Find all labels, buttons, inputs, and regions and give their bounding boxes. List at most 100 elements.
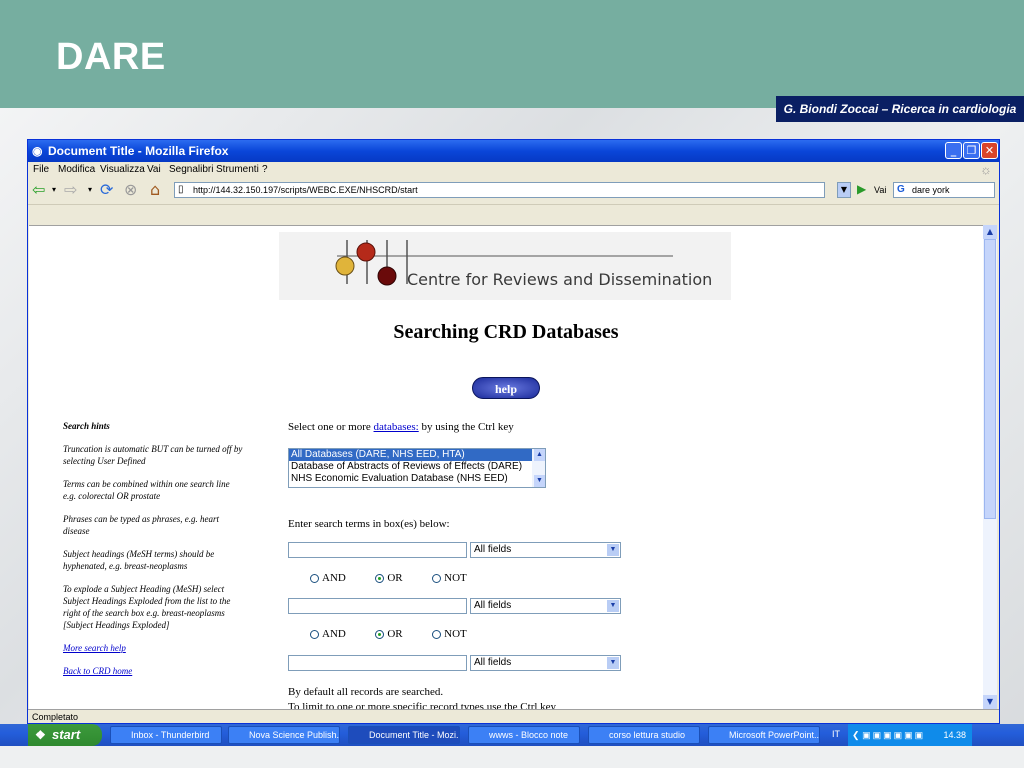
reload-icon[interactable]: ⟳ bbox=[100, 180, 113, 200]
url-bar[interactable]: ▯ http://144.32.150.197/scripts/WEBC.EXE… bbox=[174, 182, 825, 198]
field-select-value: All fields bbox=[474, 544, 512, 555]
menu-file[interactable]: File bbox=[33, 164, 49, 175]
select-prompt-tail: by using the Ctrl key bbox=[418, 421, 514, 433]
firefox-window: ◉ Document Title - Mozilla Firefox _ ❐ ✕… bbox=[27, 139, 1000, 724]
taskbar-item[interactable]: Inbox - Thunderbird bbox=[110, 726, 222, 744]
database-listbox[interactable]: All Databases (DARE, NHS EED, HTA) Datab… bbox=[288, 448, 546, 488]
hint-item: Terms can be combined within one search … bbox=[63, 479, 230, 501]
back-to-crd-home-link[interactable]: Back to CRD home bbox=[63, 666, 132, 676]
window-titlebar[interactable]: ◉ Document Title - Mozilla Firefox _ ❐ ✕ bbox=[28, 140, 999, 162]
windows-logo-icon: ❖ bbox=[35, 728, 46, 742]
more-search-help-link[interactable]: More search help bbox=[63, 643, 126, 653]
help-button[interactable]: help bbox=[472, 377, 540, 399]
operator-group-1: AND OR NOT bbox=[310, 572, 467, 584]
listbox-scrollbar[interactable]: ▲ ▼ bbox=[532, 449, 545, 487]
menu-visualizza[interactable]: Visualizza bbox=[100, 164, 145, 175]
radio-not[interactable] bbox=[432, 629, 442, 639]
scroll-thumb[interactable] bbox=[984, 239, 996, 519]
search-hints: Search hints Truncation is automatic BUT… bbox=[63, 420, 243, 688]
field-select-3[interactable]: All fields ▼ bbox=[470, 655, 621, 671]
scroll-down-icon[interactable]: ▼ bbox=[983, 695, 997, 709]
field-select-2[interactable]: All fields ▼ bbox=[470, 598, 621, 614]
close-button[interactable]: ✕ bbox=[981, 142, 998, 159]
google-icon: G bbox=[897, 184, 905, 195]
taskbar-item[interactable]: corso lettura studio bbox=[588, 726, 700, 744]
chevron-down-icon: ▼ bbox=[607, 544, 619, 556]
menu-help[interactable]: ? bbox=[262, 164, 268, 175]
page-content: Centre for Reviews and Dissemination Sea… bbox=[29, 225, 983, 709]
database-option[interactable]: Database of Abstracts of Reviews of Effe… bbox=[289, 461, 545, 473]
forward-icon[interactable]: ⇨ bbox=[64, 180, 77, 200]
page-scrollbar[interactable]: ▲ ▼ bbox=[983, 225, 997, 709]
tray-icons[interactable]: ▣▣▣▣▣▣ bbox=[862, 730, 925, 740]
menu-bar: File Modifica Visualizza Vai Segnalibri … bbox=[28, 162, 999, 180]
field-select-value: All fields bbox=[474, 600, 512, 611]
field-select-value: All fields bbox=[474, 657, 512, 668]
radio-not[interactable] bbox=[432, 573, 442, 583]
radio-or[interactable] bbox=[375, 629, 385, 639]
menu-segnalibri[interactable]: Segnalibri bbox=[169, 164, 213, 175]
back-dropdown-icon[interactable]: ▾ bbox=[52, 180, 56, 200]
databases-link[interactable]: databases: bbox=[374, 421, 419, 433]
radio-and-label: AND bbox=[322, 572, 346, 584]
stop-icon[interactable]: ⊗ bbox=[124, 180, 137, 200]
search-input[interactable]: G dare york bbox=[893, 182, 995, 198]
listbox-up-icon[interactable]: ▲ bbox=[534, 449, 545, 461]
hint-item: To explode a Subject Heading (MeSH) sele… bbox=[63, 584, 231, 630]
menu-vai[interactable]: Vai bbox=[147, 164, 161, 175]
start-button[interactable]: ❖ start bbox=[28, 724, 102, 746]
limit-note: To limit to one or more specific record … bbox=[288, 701, 557, 709]
chevron-down-icon: ▼ bbox=[607, 657, 619, 669]
home-icon[interactable]: ⌂ bbox=[150, 180, 160, 200]
search-term-input-1[interactable] bbox=[288, 542, 467, 558]
field-select-1[interactable]: All fields ▼ bbox=[470, 542, 621, 558]
start-label: start bbox=[52, 727, 81, 742]
radio-and[interactable] bbox=[310, 573, 319, 583]
default-note: By default all records are searched. bbox=[288, 686, 444, 698]
select-prompt-text: Select one or more bbox=[288, 421, 374, 433]
taskbar-item[interactable]: Microsoft PowerPoint... bbox=[708, 726, 820, 744]
radio-not-label: NOT bbox=[444, 628, 467, 640]
page-icon: ▯ bbox=[178, 184, 184, 195]
tray-expand-icon[interactable]: ❮ bbox=[852, 730, 860, 740]
hints-title: Search hints bbox=[63, 421, 110, 431]
search-term-input-3[interactable] bbox=[288, 655, 467, 671]
throbber-icon: ☼ bbox=[980, 162, 992, 177]
go-icon[interactable]: ▶ bbox=[857, 182, 866, 196]
radio-and[interactable] bbox=[310, 629, 319, 639]
radio-not-label: NOT bbox=[444, 572, 467, 584]
hint-item: Truncation is automatic BUT can be turne… bbox=[63, 444, 243, 466]
menu-strumenti[interactable]: Strumenti bbox=[216, 164, 259, 175]
radio-or[interactable] bbox=[375, 573, 385, 583]
system-tray: ❮ ▣▣▣▣▣▣ 14.38 bbox=[848, 724, 972, 746]
minimize-button[interactable]: _ bbox=[945, 142, 962, 159]
back-icon[interactable]: ⇦ bbox=[32, 180, 45, 200]
database-option[interactable]: All Databases (DARE, NHS EED, HTA) bbox=[289, 449, 545, 461]
database-option[interactable]: NHS Economic Evaluation Database (NHS EE… bbox=[289, 473, 545, 485]
radio-or-label: OR bbox=[387, 628, 403, 640]
radio-and-label: AND bbox=[322, 628, 346, 640]
menu-modifica[interactable]: Modifica bbox=[58, 164, 95, 175]
url-dropdown-icon[interactable]: ▼ bbox=[837, 182, 851, 198]
language-indicator[interactable]: IT bbox=[832, 729, 840, 739]
slide-title: DARE bbox=[56, 36, 166, 78]
firefox-icon: ◉ bbox=[32, 144, 43, 158]
page-heading: Searching CRD Databases bbox=[393, 321, 619, 343]
scroll-up-icon[interactable]: ▲ bbox=[983, 225, 997, 239]
radio-or-label: OR bbox=[387, 572, 403, 584]
forward-dropdown-icon[interactable]: ▾ bbox=[88, 180, 92, 200]
listbox-down-icon[interactable]: ▼ bbox=[534, 475, 545, 487]
taskbar-item-active[interactable]: Document Title - Mozi... bbox=[348, 726, 460, 744]
slide-footer-background bbox=[0, 746, 1024, 768]
go-label[interactable]: Vai bbox=[874, 185, 886, 195]
crd-logo[interactable]: Centre for Reviews and Dissemination bbox=[279, 232, 731, 300]
taskbar-item[interactable]: Nova Science Publish... bbox=[228, 726, 340, 744]
operator-group-2: AND OR NOT bbox=[310, 628, 467, 640]
search-term-input-2[interactable] bbox=[288, 598, 467, 614]
crd-logo-text: Centre for Reviews and Dissemination bbox=[407, 270, 713, 289]
chevron-down-icon: ▼ bbox=[607, 600, 619, 612]
maximize-button[interactable]: ❐ bbox=[963, 142, 980, 159]
clock: 14.38 bbox=[943, 730, 966, 740]
hint-item: Subject headings (MeSH terms) should be … bbox=[63, 549, 215, 571]
taskbar-item[interactable]: wwws - Blocco note bbox=[468, 726, 580, 744]
